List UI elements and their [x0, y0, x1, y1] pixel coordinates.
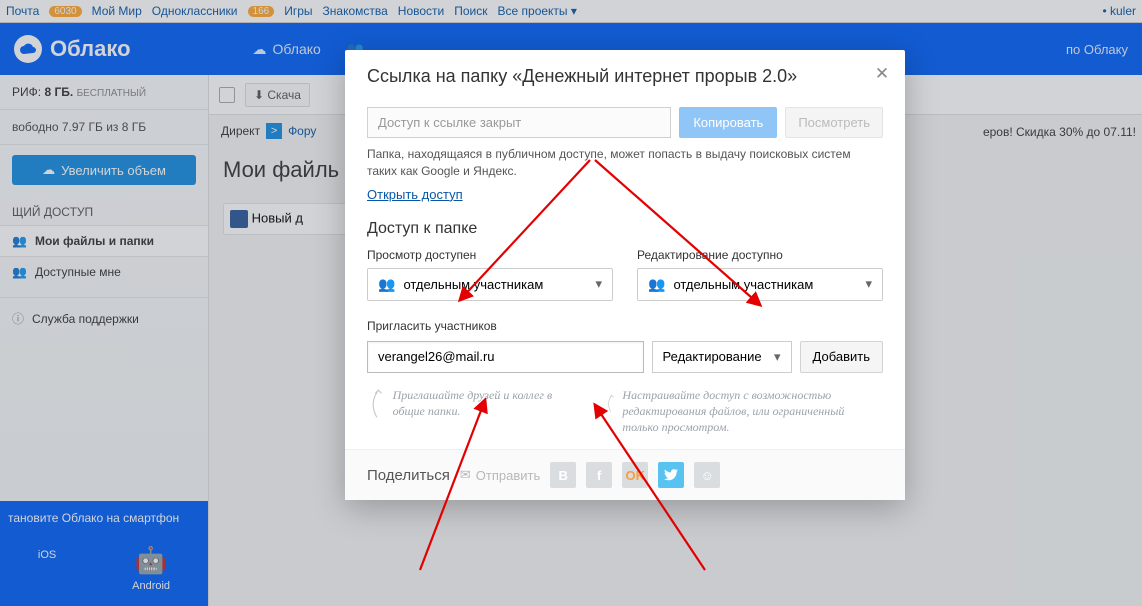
access-heading: Доступ к папке [367, 220, 883, 238]
edit-permission-select[interactable]: 👥 отдельным участникам ▾ [637, 268, 883, 301]
close-icon[interactable]: ✕ [873, 64, 891, 82]
modal-header: Ссылка на папку «Денежный интернет проры… [345, 50, 905, 97]
social-vk[interactable]: B [550, 462, 576, 488]
chevron-down-icon: ▾ [595, 276, 602, 292]
hint-row: Приглашайте друзей и коллег в общие папк… [367, 387, 883, 436]
people-icon: 👥 [648, 276, 665, 293]
view-permission-label: Просмотр доступен [367, 248, 613, 262]
people-icon: 👥 [378, 276, 395, 293]
add-button[interactable]: Добавить [800, 341, 883, 373]
edit-permission-label: Редактирование доступно [637, 248, 883, 262]
view-button[interactable]: Посмотреть [785, 107, 883, 138]
curved-arrow-icon [367, 387, 387, 419]
link-row: Копировать Посмотреть [367, 107, 883, 138]
social-ok[interactable]: OK [622, 462, 648, 488]
invite-label: Пригласить участников [367, 319, 883, 333]
permission-columns: Просмотр доступен 👥 отдельным участникам… [367, 248, 883, 301]
invite-row: Редактирование ▾ Добавить [367, 341, 883, 373]
chevron-down-icon: ▾ [865, 276, 872, 292]
invite-permission-select[interactable]: Редактирование ▾ [652, 341, 792, 373]
share-label: Поделиться [367, 467, 450, 484]
public-note: Папка, находящаяся в публичном доступе, … [367, 146, 883, 181]
copy-button[interactable]: Копировать [679, 107, 777, 138]
chevron-down-icon: ▾ [774, 349, 781, 365]
invite-email-input[interactable] [367, 341, 644, 373]
view-permission-select[interactable]: 👥 отдельным участникам ▾ [367, 268, 613, 301]
hint-text-left: Приглашайте друзей и коллег в общие папк… [393, 387, 581, 436]
social-fb[interactable]: f [586, 462, 612, 488]
modal-body: Копировать Посмотреть Папка, находящаяся… [345, 107, 905, 449]
envelope-icon: ✉ [460, 467, 471, 483]
hint-text-right: Настраивайте доступ с возможностью редак… [622, 387, 883, 436]
open-access-link[interactable]: Открыть доступ [367, 187, 463, 202]
social-moymir[interactable]: ☺ [694, 462, 720, 488]
social-twitter[interactable] [658, 462, 684, 488]
share-modal: Ссылка на папку «Денежный интернет проры… [345, 50, 905, 500]
modal-footer: Поделиться ✉ Отправить B f OK ☺ [345, 449, 905, 500]
modal-title: Ссылка на папку «Денежный интернет проры… [367, 66, 883, 87]
curved-arrow-icon [605, 387, 617, 419]
share-link-input[interactable] [367, 107, 671, 138]
share-send-button[interactable]: ✉ Отправить [460, 467, 540, 483]
